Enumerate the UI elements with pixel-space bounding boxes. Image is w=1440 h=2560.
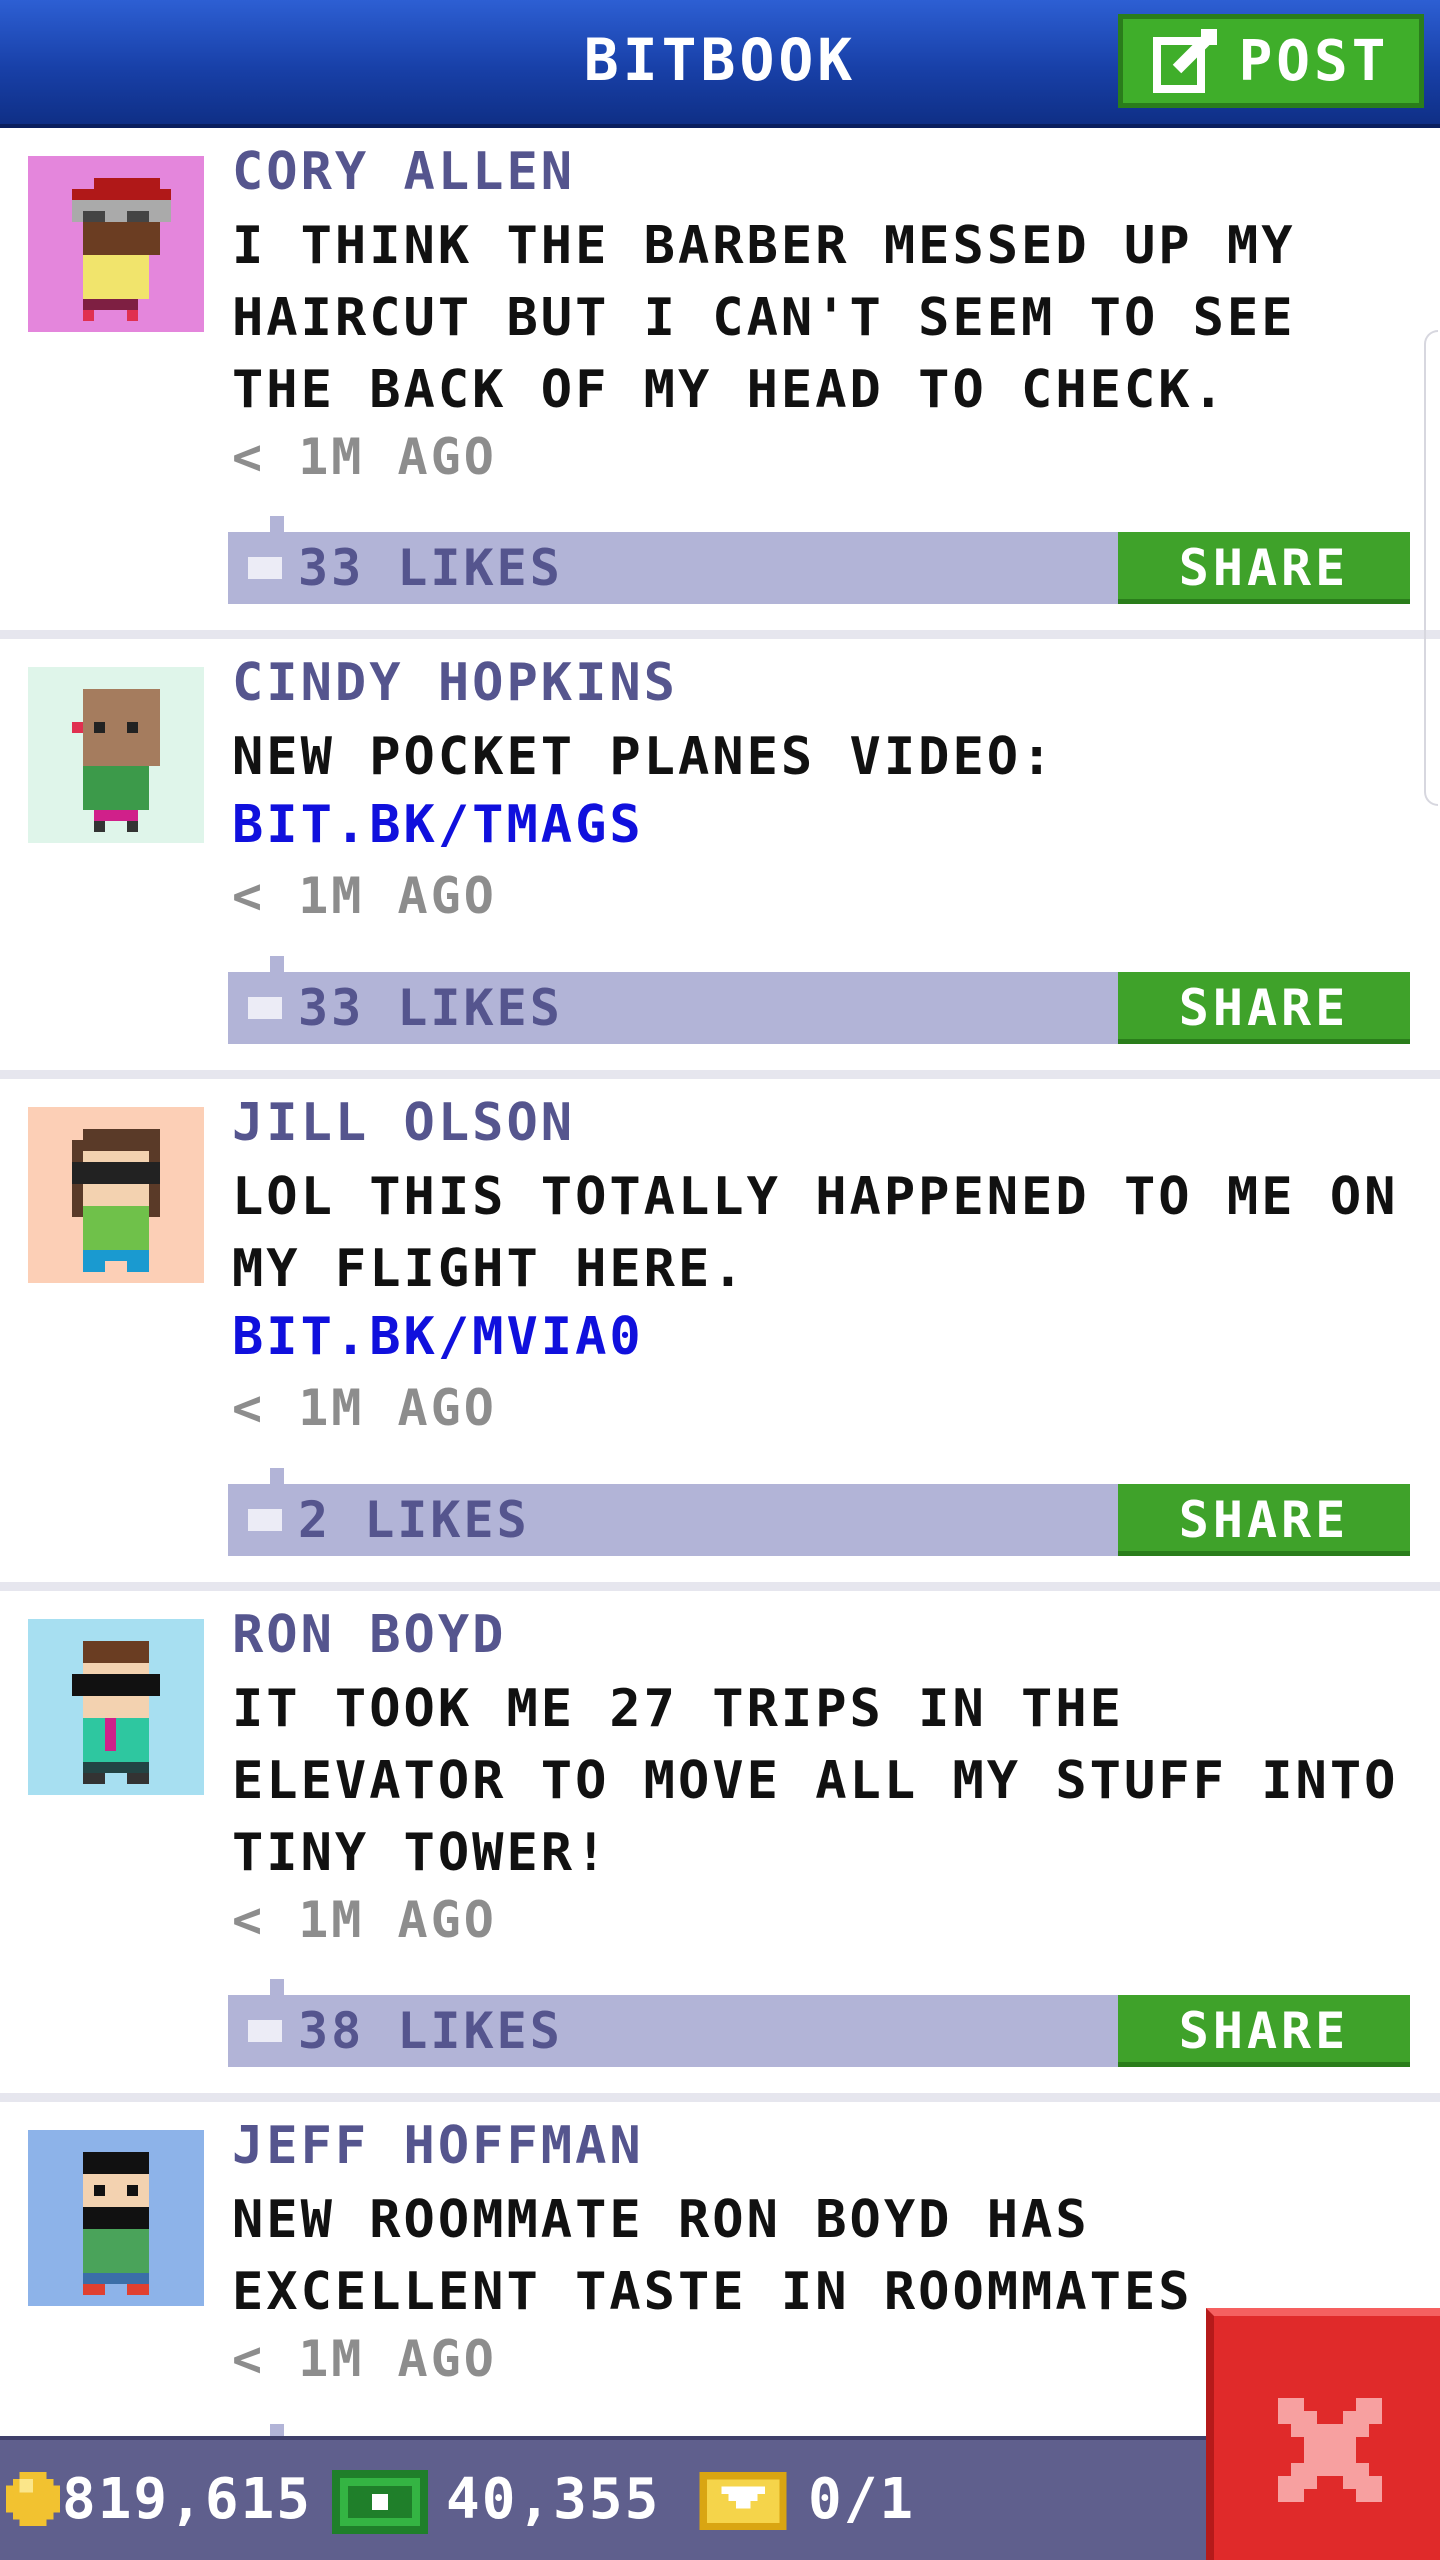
- avatar: [28, 2130, 204, 2306]
- post-author[interactable]: JILL OLSON: [232, 1093, 575, 1153]
- post-author[interactable]: CINDY HOPKINS: [232, 653, 678, 713]
- header-bar: BITBOOK POST: [0, 0, 1440, 128]
- share-button[interactable]: SHARE: [1118, 972, 1410, 1044]
- feed-post: CINDY HOPKINS NEW POCKET PLANES VIDEO: B…: [0, 639, 1440, 1070]
- divider: [0, 2093, 1440, 2102]
- close-icon: [1278, 2398, 1382, 2502]
- post-time: < 1M AGO: [232, 2330, 497, 2388]
- post-message: I THINK THE BARBER MESSED UP MY HAIRCUT …: [232, 216, 1296, 420]
- compose-icon: [1152, 29, 1217, 93]
- divider: [0, 1582, 1440, 1591]
- post-link[interactable]: BIT.BK/TMAGS: [232, 795, 644, 855]
- divider: [0, 630, 1440, 639]
- share-button[interactable]: SHARE: [1118, 1484, 1410, 1556]
- avatar: [28, 667, 204, 843]
- like-bar: 38 LIKES SHARE: [228, 1979, 1410, 2067]
- share-button[interactable]: SHARE: [1118, 1995, 1410, 2067]
- thumbs-up-icon: [248, 1508, 282, 1531]
- post-button-label: POST: [1238, 28, 1390, 94]
- thumbs-up-icon: [248, 556, 282, 579]
- divider: [0, 1070, 1440, 1079]
- like-count[interactable]: 38 LIKES: [248, 1995, 563, 2067]
- post-time: < 1M AGO: [232, 1891, 497, 1949]
- feed-post: CORY ALLEN I THINK THE BARBER MESSED UP …: [0, 128, 1440, 630]
- like-bar: 33 LIKES SHARE: [228, 516, 1410, 604]
- ticket-count: 0/1: [808, 2467, 916, 2532]
- post-message: LOL THIS TOTALLY HAPPENED TO ME ON MY FL…: [232, 1167, 1399, 1299]
- like-count[interactable]: 33 LIKES: [248, 972, 563, 1044]
- share-button[interactable]: SHARE: [1118, 532, 1410, 604]
- thumbs-up-icon: [248, 996, 282, 1019]
- coin-balance: 819,615: [62, 2467, 313, 2532]
- post-time: < 1M AGO: [232, 428, 497, 486]
- feed-post: RON BOYD IT TOOK ME 27 TRIPS IN THE ELEV…: [0, 1591, 1440, 2093]
- feed-post: JILL OLSON LOL THIS TOTALLY HAPPENED TO …: [0, 1079, 1440, 1582]
- post-message: NEW POCKET PLANES VIDEO:: [232, 727, 1056, 787]
- post-author[interactable]: JEFF HOFFMAN: [232, 2116, 644, 2176]
- ticket-icon: [699, 2472, 787, 2530]
- like-count[interactable]: 33 LIKES: [248, 532, 563, 604]
- post-link[interactable]: BIT.BK/MVIA0: [232, 1307, 644, 1367]
- avatar: [28, 156, 204, 332]
- thumbs-up-icon: [248, 2019, 282, 2042]
- avatar: [28, 1107, 204, 1283]
- scrollbar[interactable]: [1424, 330, 1438, 806]
- close-button[interactable]: [1206, 2308, 1440, 2560]
- like-count[interactable]: 2 LIKES: [248, 1484, 530, 1556]
- coin-icon: [6, 2472, 60, 2526]
- post-author[interactable]: CORY ALLEN: [232, 142, 575, 202]
- avatar: [28, 1619, 204, 1795]
- post-author[interactable]: RON BOYD: [232, 1605, 506, 1665]
- post-time: < 1M AGO: [232, 1379, 497, 1437]
- like-bar: 2 LIKES SHARE: [228, 1468, 1410, 1556]
- post-button[interactable]: POST: [1118, 14, 1424, 108]
- post-time: < 1M AGO: [232, 867, 497, 925]
- bux-icon: [332, 2470, 428, 2534]
- like-bar: 33 LIKES SHARE: [228, 956, 1410, 1044]
- post-message: IT TOOK ME 27 TRIPS IN THE ELEVATOR TO M…: [232, 1679, 1399, 1883]
- post-message: NEW ROOMMATE RON BOYD HAS EXCELLENT TAST…: [232, 2190, 1193, 2322]
- bux-balance: 40,355: [446, 2467, 661, 2532]
